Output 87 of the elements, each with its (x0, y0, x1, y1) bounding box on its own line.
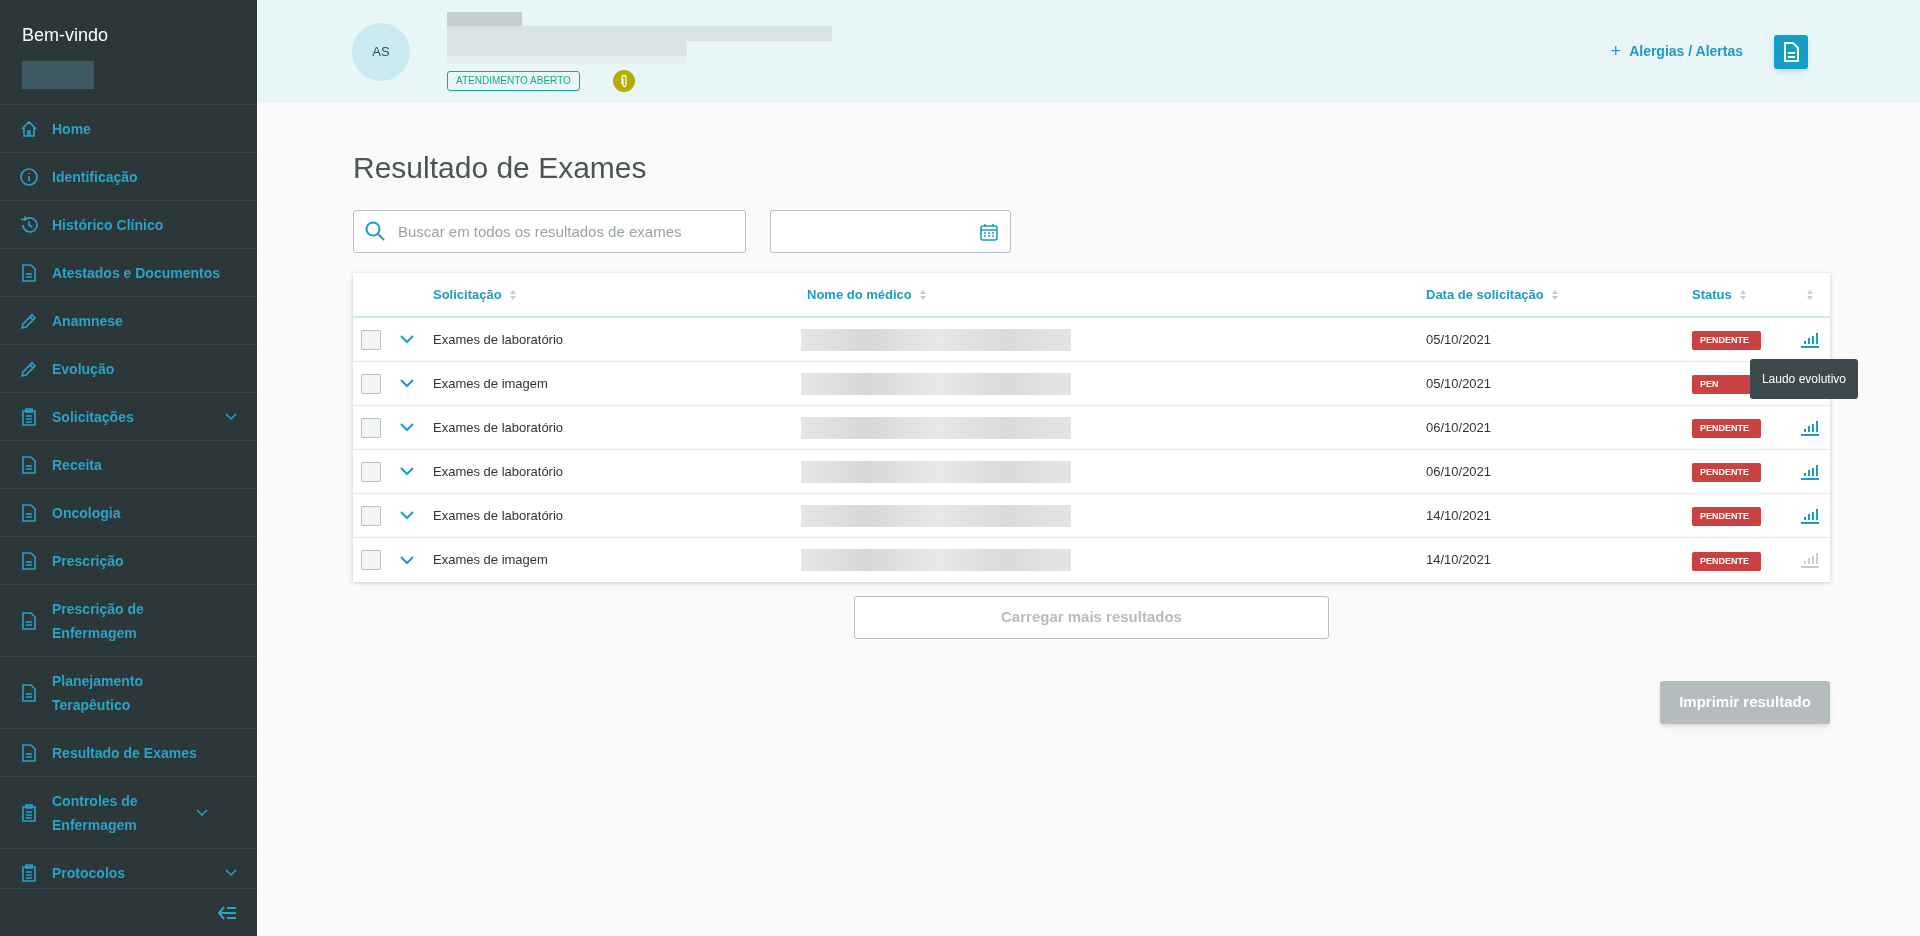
collapse-menu-icon[interactable] (217, 904, 237, 921)
status-badge: PENDENTE (1692, 551, 1761, 571)
table-cell: Exames de imagem (433, 375, 548, 391)
document-icon (20, 455, 38, 474)
search-field[interactable]: Buscar em todos os resultados de exames (353, 210, 746, 253)
document-icon (1783, 41, 1799, 62)
sidebar-item[interactable]: Identificação (0, 153, 257, 201)
column-header[interactable]: Nome do médico (807, 284, 912, 305)
bar-chart-icon[interactable] (1800, 463, 1820, 480)
bar-chart-icon[interactable] (1800, 507, 1820, 524)
sort-icon[interactable] (919, 289, 926, 300)
bar-chart-icon[interactable] (1800, 419, 1820, 436)
checkbox[interactable] (361, 550, 381, 570)
clipboard-icon (20, 863, 38, 882)
sort-icon[interactable] (1807, 289, 1813, 300)
checkbox[interactable] (361, 461, 381, 482)
history-icon (20, 215, 38, 234)
date-field[interactable] (770, 210, 1011, 253)
pencil-icon (20, 359, 38, 378)
table-cell: Exames de laboratório (433, 507, 564, 523)
sort-icon[interactable] (1551, 289, 1558, 300)
sidebar-item[interactable]: Controles de Enfermagem (0, 777, 257, 849)
chevron-down-icon[interactable] (400, 555, 414, 565)
info-icon (20, 167, 38, 186)
sidebar-item[interactable]: Planejamento Terapêutico (0, 657, 257, 729)
sidebar-item[interactable]: Anamnese (0, 297, 257, 345)
sort-icon[interactable] (1739, 289, 1746, 300)
sidebar-item[interactable]: Resultado de Exames (0, 729, 257, 777)
sort-icon[interactable] (509, 289, 516, 300)
sidebar-item[interactable]: Protocolos (0, 849, 257, 888)
table-cell: Exames de imagem (433, 552, 548, 568)
table-cell: 14/10/2021 (1426, 552, 1492, 568)
status-badge: PENDENTE (1692, 419, 1761, 438)
column-header[interactable]: Data de solicitação (1426, 284, 1544, 305)
table-cell: Exames de laboratório (433, 463, 564, 479)
avatar: AS (352, 22, 410, 81)
table-cell: 06/10/2021 (1426, 419, 1492, 435)
document-icon (20, 503, 38, 522)
document-button[interactable] (1774, 34, 1808, 69)
allergies-alerts-link[interactable]: + Alergias / Alertas (1610, 38, 1743, 65)
page-title: Resultado de Exames (353, 150, 648, 186)
table-cell: 06/10/2021 (1426, 463, 1492, 479)
checkbox[interactable] (361, 373, 381, 394)
sidebar-item[interactable]: Evolução (0, 345, 257, 393)
document-icon (20, 743, 38, 762)
search-icon (365, 221, 385, 241)
column-header[interactable]: Solicitação (433, 284, 502, 305)
chevron-down-icon[interactable] (400, 335, 414, 344)
sidebar-item[interactable]: Receita (0, 441, 257, 489)
calendar-icon[interactable] (980, 222, 998, 241)
checkbox[interactable] (361, 505, 381, 526)
home-icon (20, 119, 38, 138)
paperclip-icon[interactable] (612, 69, 635, 92)
column-header[interactable]: Status (1692, 284, 1732, 305)
table-cell: Exames de laboratório (433, 331, 564, 347)
sidebar-item[interactable]: Histórico Clínico (0, 201, 257, 249)
chevron-down-icon[interactable] (400, 511, 414, 520)
document-icon (20, 551, 38, 570)
chevron-down-icon[interactable] (400, 423, 414, 432)
status-badge: PENDENTE (1692, 507, 1761, 526)
table-cell: Exames de laboratório (433, 419, 564, 435)
status-badge: PENDENTE (1692, 463, 1761, 482)
tooltip: Laudo evolutivo (1749, 359, 1858, 399)
pencil-icon (20, 311, 38, 330)
chevron-down-icon[interactable] (400, 467, 414, 476)
document-icon (20, 683, 38, 702)
status-badge: PENDENTE (1692, 331, 1761, 350)
table-cell: 14/10/2021 (1426, 507, 1492, 523)
document-icon (20, 611, 38, 630)
sidebar-item[interactable]: Atestados e Documentos (0, 249, 257, 297)
table-cell: 05/10/2021 (1426, 375, 1492, 391)
table-cell: 05/10/2021 (1426, 331, 1492, 347)
redacted-name (22, 61, 94, 89)
checkbox[interactable] (361, 329, 381, 350)
sidebar-item[interactable]: Prescrição de Enfermagem (0, 585, 257, 657)
clipboard-icon (20, 407, 38, 426)
sidebar-item[interactable]: Home (0, 105, 257, 153)
checkbox[interactable] (361, 417, 381, 438)
welcome-text: Bem-vindo (22, 24, 110, 47)
chevron-down-icon[interactable] (400, 379, 414, 388)
sidebar-item[interactable]: Prescrição (0, 537, 257, 585)
sidebar-item[interactable]: Solicitações (0, 393, 257, 441)
document-icon (20, 263, 38, 282)
bar-chart-icon[interactable] (1800, 331, 1820, 348)
clipboard-icon (20, 803, 38, 822)
sidebar-item[interactable]: Oncologia (0, 489, 257, 537)
status-badge: ATENDIMENTO ABERTO (447, 70, 580, 91)
